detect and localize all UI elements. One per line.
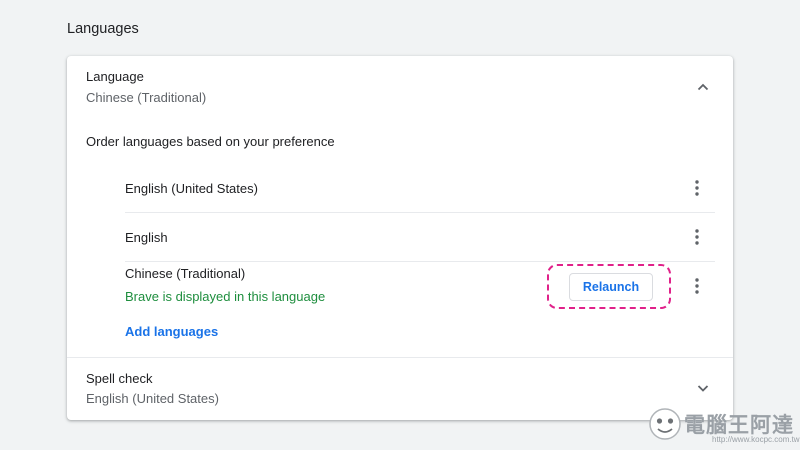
spell-check-expander[interactable]: Spell check English (United States) [67, 358, 733, 420]
chevron-down-icon[interactable] [695, 380, 711, 396]
chevron-up-icon[interactable] [695, 79, 711, 95]
add-languages-link[interactable]: Add languages [125, 324, 218, 339]
more-vert-icon[interactable] [689, 179, 705, 197]
spell-check-current-value: English (United States) [86, 391, 219, 406]
relaunch-button[interactable]: Relaunch [569, 273, 653, 301]
language-row-english: English [125, 212, 715, 261]
language-expander[interactable]: Language Chinese (Traditional) [67, 56, 733, 116]
watermark-logo: 電腦王阿達 http://www.kocpc.com.tw [648, 405, 800, 449]
relaunch-highlight-box: Relaunch [547, 264, 671, 309]
language-row-english-us: English (United States) [125, 164, 715, 212]
section-title-languages: Languages [67, 21, 139, 37]
language-name: English [125, 230, 168, 245]
language-row-chinese-traditional: Chinese (Traditional) Brave is displayed… [125, 261, 715, 310]
mascot-face-icon [649, 408, 681, 440]
more-vert-icon[interactable] [689, 277, 705, 295]
more-vert-icon[interactable] [689, 228, 705, 246]
language-name: Chinese (Traditional) [125, 266, 246, 281]
language-list: English (United States) English Chinese … [125, 164, 715, 310]
languages-card: Language Chinese (Traditional) Order lan… [67, 56, 733, 420]
language-current-value: Chinese (Traditional) [86, 90, 207, 105]
watermark-url: http://www.kocpc.com.tw [712, 435, 800, 444]
order-languages-label: Order languages based on your preference [86, 134, 335, 149]
language-name: English (United States) [125, 181, 258, 196]
display-language-note: Brave is displayed in this language [125, 289, 326, 304]
language-setting-title: Language [86, 69, 144, 84]
spell-check-title: Spell check [86, 371, 153, 386]
